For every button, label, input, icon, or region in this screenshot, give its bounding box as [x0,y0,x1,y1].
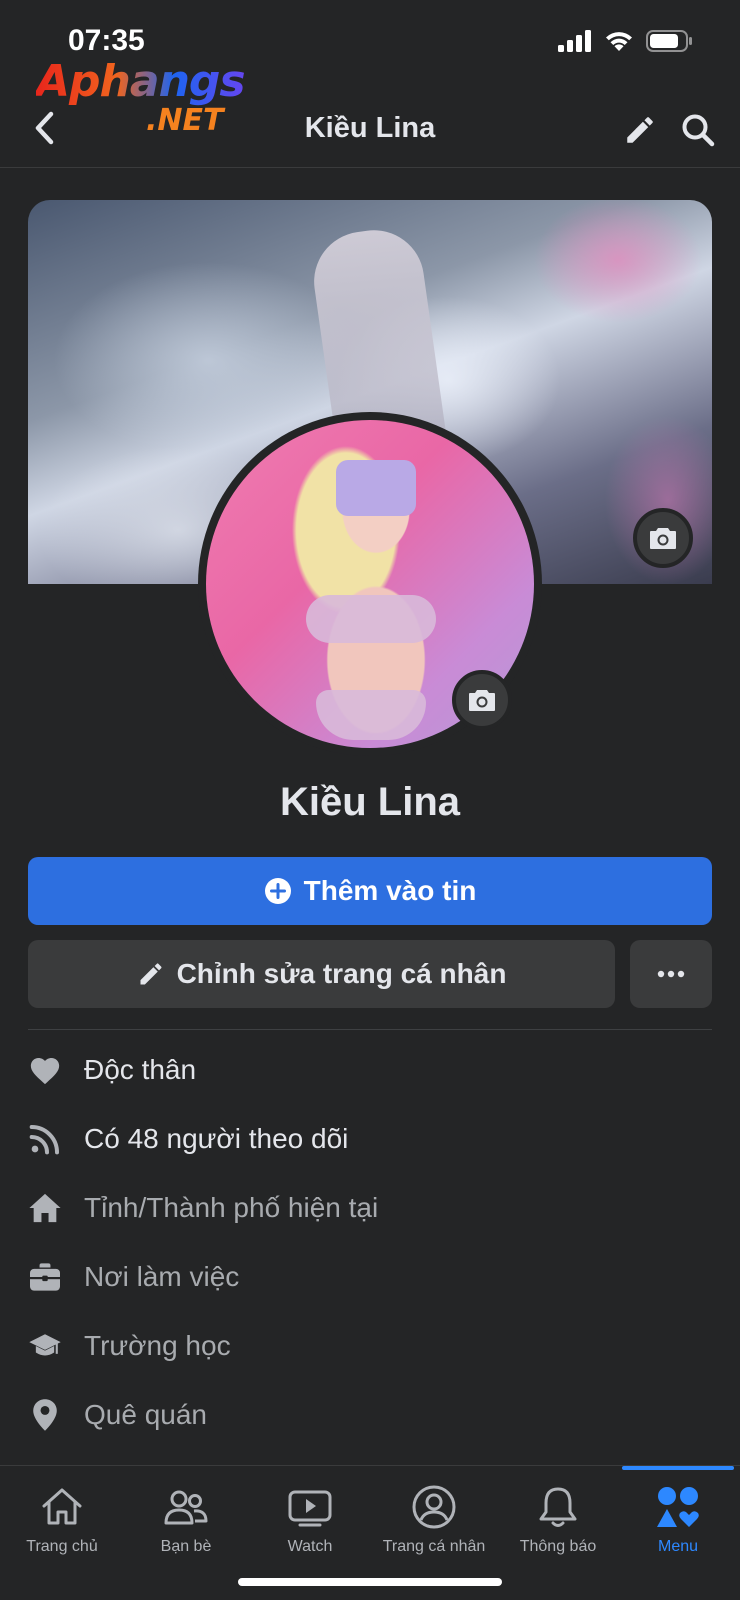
more-options-button[interactable] [630,940,712,1008]
more-dots-icon [657,970,685,978]
battery-icon [646,30,692,52]
info-school-text: Trường học [84,1329,231,1361]
add-to-story-button[interactable]: Thêm vào tin [28,857,712,925]
search-button[interactable] [676,108,720,152]
tab-watch[interactable]: Watch [248,1484,372,1564]
info-workplace-text: Nơi làm việc [84,1260,240,1292]
home-indicator[interactable] [238,1578,502,1586]
info-relationship[interactable]: Độc thân [28,1035,712,1104]
signal-icon [558,30,591,52]
bell-icon [535,1484,581,1530]
avatar-detail [316,690,426,740]
wifi-icon [606,32,632,51]
info-hometown[interactable]: Quê quán [28,1380,712,1449]
info-followers-text: Có 48 người theo dõi [84,1122,349,1154]
tab-friends-label: Bạn bè [160,1538,212,1555]
tab-menu-label: Menu [657,1538,699,1555]
info-workplace[interactable]: Nơi làm việc [28,1242,712,1311]
edit-button[interactable] [618,108,662,152]
tab-notifications[interactable]: Thông báo [496,1484,620,1564]
info-school[interactable]: Trường học [28,1311,712,1380]
cover-camera-button[interactable] [633,508,693,568]
pencil-icon [627,117,653,143]
tab-friends[interactable]: Bạn bè [124,1484,248,1564]
camera-icon [469,690,495,711]
plus-circle-icon [264,878,291,904]
camera-icon [650,528,676,549]
info-followers[interactable]: Có 48 người theo dõi [28,1104,712,1173]
edit-profile-label: Chỉnh sửa trang cá nhân [176,958,507,989]
divider [28,1029,712,1030]
info-relationship-text: Độc thân [84,1053,197,1085]
status-icons [558,30,692,52]
status-time: 07:35 [68,24,145,57]
heart-icon [28,1053,62,1087]
briefcase-icon [28,1260,62,1294]
friends-icon [163,1484,209,1530]
info-current-city-text: Tỉnh/Thành phố hiện tại [84,1191,379,1223]
tab-menu[interactable]: Menu [616,1484,740,1564]
info-hometown-text: Quê quán [84,1398,207,1430]
avatar-detail [336,460,416,516]
profile-info-list: Độc thân Có 48 người theo dõi Tỉnh/Thành… [28,1035,712,1449]
tab-profile-label: Trang cá nhân [382,1538,486,1555]
menu-shapes-icon [655,1484,701,1530]
home-outline-icon [39,1484,85,1530]
location-pin-icon [28,1398,62,1432]
search-icon [682,114,715,147]
tab-home[interactable]: Trang chủ [0,1484,124,1564]
add-to-story-label: Thêm vào tin [303,875,477,906]
active-tab-indicator [622,1466,734,1470]
avatar-detail [306,595,436,643]
profile-icon [411,1484,457,1530]
tab-notifications-label: Thông báo [519,1538,597,1555]
avatar-camera-button[interactable] [452,670,512,730]
nav-bar: Kiều Lina [0,90,740,168]
edit-profile-button[interactable]: Chỉnh sửa trang cá nhân [28,940,615,1008]
info-current-city[interactable]: Tỉnh/Thành phố hiện tại [28,1173,712,1242]
tab-profile[interactable]: Trang cá nhân [372,1484,496,1564]
tab-home-label: Trang chủ [26,1538,98,1555]
profile-name: Kiều Lina [279,780,461,824]
graduation-cap-icon [28,1329,62,1363]
pencil-icon [140,963,162,985]
tab-watch-label: Watch [287,1538,333,1555]
home-icon [28,1191,62,1225]
watch-icon [287,1484,333,1530]
rss-icon [28,1122,62,1156]
